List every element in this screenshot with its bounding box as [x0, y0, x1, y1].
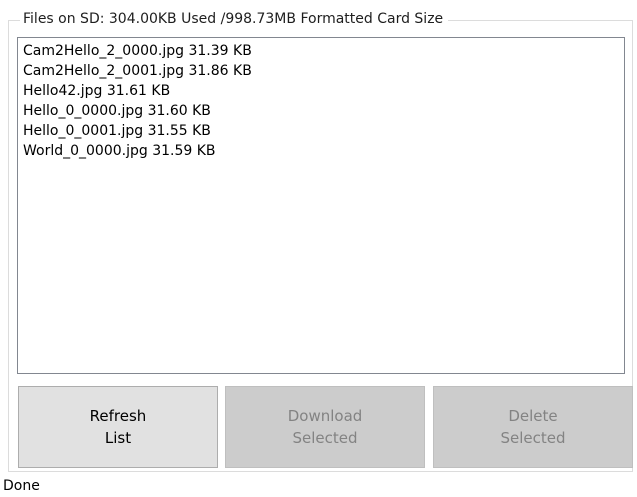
sd-card-panel: Files on SD: 304.00KB Used /998.73MB For… — [0, 0, 637, 497]
refresh-list-button[interactable]: Refresh List — [18, 386, 218, 468]
status-label: Done — [3, 478, 40, 494]
list-item[interactable]: Cam2Hello_2_0000.jpg 31.39 KB — [23, 41, 624, 61]
download-selected-button-label-line2: Selected — [292, 429, 358, 447]
list-item[interactable]: World_0_0000.jpg 31.59 KB — [23, 141, 624, 161]
delete-selected-button-label-line1: Delete — [508, 407, 558, 425]
download-selected-button-label-line1: Download — [287, 407, 363, 425]
list-item[interactable]: Hello_0_0001.jpg 31.55 KB — [23, 121, 624, 141]
list-item[interactable]: Hello_0_0000.jpg 31.60 KB — [23, 101, 624, 121]
delete-selected-button[interactable]: Delete Selected — [433, 386, 633, 468]
groupbox-title: Files on SD: 304.00KB Used /998.73MB For… — [20, 10, 449, 28]
list-item[interactable]: Hello42.jpg 31.61 KB — [23, 81, 624, 101]
download-selected-button[interactable]: Download Selected — [225, 386, 425, 468]
delete-selected-button-label-line2: Selected — [500, 429, 566, 447]
list-item[interactable]: Cam2Hello_2_0001.jpg 31.86 KB — [23, 61, 624, 81]
file-listbox[interactable]: Cam2Hello_2_0000.jpg 31.39 KB Cam2Hello_… — [17, 37, 625, 374]
refresh-list-button-label-line2: List — [104, 429, 132, 447]
refresh-list-button-label-line1: Refresh — [89, 407, 147, 425]
